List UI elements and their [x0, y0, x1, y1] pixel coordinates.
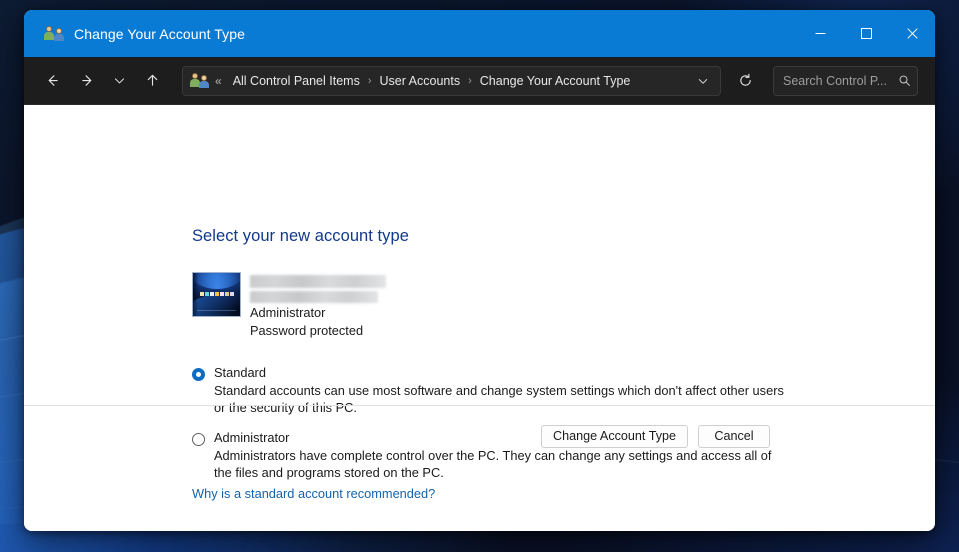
window-controls [797, 10, 935, 57]
close-button[interactable] [889, 10, 935, 57]
back-button[interactable] [37, 66, 67, 96]
breadcrumb-all-control-panel-items[interactable]: All Control Panel Items [230, 72, 363, 90]
chevron-down-icon [698, 78, 708, 84]
maximize-icon [860, 28, 872, 39]
account-type-label: Administrator [250, 305, 326, 320]
minimize-button[interactable] [797, 10, 843, 57]
search-icon[interactable] [891, 74, 917, 87]
help-link[interactable]: Why is a standard account recommended? [192, 486, 435, 501]
user-accounts-icon [44, 25, 64, 43]
address-bar[interactable]: « All Control Panel Items › User Account… [182, 65, 721, 96]
magnifier-icon [899, 75, 910, 86]
control-panel-window: Change Your Account Type « All Control P… [24, 10, 935, 531]
breadcrumb-user-accounts[interactable]: User Accounts [377, 72, 464, 90]
arrow-left-icon [48, 75, 58, 86]
search-box[interactable] [773, 65, 918, 96]
forward-button[interactable] [72, 66, 102, 96]
navigation-toolbar: « All Control Panel Items › User Account… [24, 57, 935, 105]
breadcrumb-overflow-icon[interactable]: « [215, 74, 222, 88]
up-button[interactable] [137, 66, 167, 96]
account-details: Administrator Password protected [250, 272, 386, 338]
account-name-redacted-2 [250, 291, 378, 303]
arrow-right-icon [81, 75, 91, 86]
avatar [192, 272, 241, 317]
maximize-button[interactable] [843, 10, 889, 57]
title-bar: Change Your Account Type [24, 10, 935, 57]
recent-locations-button[interactable] [107, 66, 131, 96]
arrow-up-icon [147, 74, 157, 86]
close-icon [906, 28, 918, 39]
account-summary: Administrator Password protected [192, 272, 386, 338]
change-account-type-button[interactable]: Change Account Type [541, 424, 688, 448]
content-area: Select your new account type Administrat… [24, 105, 935, 531]
address-bar-user-accounts-icon [190, 72, 209, 89]
breadcrumb-separator: › [468, 74, 472, 87]
search-input[interactable] [774, 73, 891, 88]
minimize-icon [815, 33, 825, 34]
password-status-label: Password protected [250, 322, 364, 338]
refresh-icon [739, 73, 751, 86]
page-title: Select your new account type [192, 227, 409, 245]
refresh-button[interactable] [730, 66, 760, 96]
footer-actions: Change Account Type Cancel [24, 406, 935, 466]
radio-standard[interactable] [192, 368, 205, 381]
account-name-redacted [250, 275, 386, 288]
breadcrumb-change-your-account-type[interactable]: Change Your Account Type [477, 72, 634, 90]
breadcrumb-separator: › [367, 74, 372, 87]
chevron-down-icon [114, 78, 124, 84]
option-standard-label: Standard [214, 365, 266, 380]
cancel-button[interactable]: Cancel [698, 424, 770, 448]
window-title: Change Your Account Type [74, 25, 246, 42]
address-dropdown-button[interactable] [690, 68, 716, 94]
